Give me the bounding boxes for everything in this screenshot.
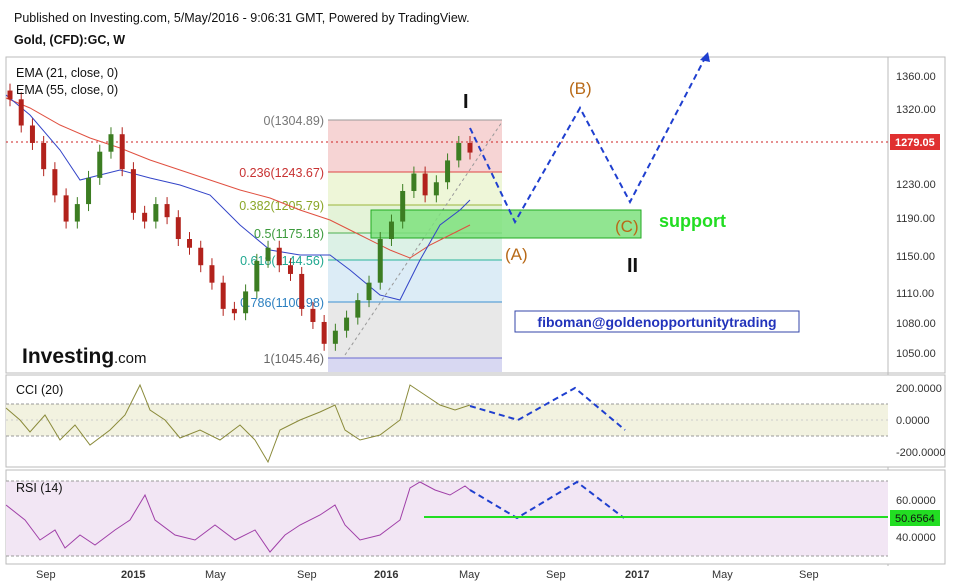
candle-body	[52, 169, 58, 196]
candle-body	[332, 330, 338, 344]
candle-body	[445, 160, 451, 183]
candle-body	[97, 151, 103, 178]
wave-label-a: (A)	[505, 245, 528, 264]
candle-body	[7, 90, 13, 100]
fib-zone-618-786	[328, 260, 502, 302]
candle-body	[377, 239, 383, 283]
support-label: support	[659, 211, 726, 231]
time-tick: May	[712, 569, 733, 581]
candle-body	[63, 195, 69, 222]
support-zone	[370, 209, 642, 239]
time-tick: May	[205, 569, 226, 581]
last-price-text: 1279.05	[895, 137, 935, 149]
rsi-tick: 60.0000	[896, 495, 936, 507]
price-tick: 1080.00	[896, 318, 936, 330]
candle-body	[41, 142, 47, 170]
fib-label-618: 0.618(1144.56)	[240, 254, 324, 268]
fib-label-786: 0.786(1100.98)	[240, 296, 324, 310]
candle-body	[467, 142, 473, 153]
time-tick: Sep	[799, 569, 819, 581]
candle-body	[254, 260, 260, 292]
candle-body	[164, 204, 170, 218]
candle-body	[74, 204, 80, 222]
candle-body	[344, 317, 350, 331]
price-tick: 1050.00	[896, 348, 936, 360]
time-tick: Sep	[546, 569, 566, 581]
fib-label-1: 1(1045.46)	[264, 352, 324, 366]
candle-body	[198, 247, 204, 266]
candle-body	[265, 247, 271, 261]
fib-label-382: 0.382(1205.79)	[239, 199, 324, 213]
candle-body	[130, 169, 136, 213]
price-tick: 1230.00	[896, 179, 936, 191]
price-tick: 1360.00	[896, 71, 936, 83]
fib-label-0: 0(1304.89)	[264, 114, 324, 128]
candle-body	[366, 282, 372, 301]
fib-label-236: 0.236(1243.67)	[239, 166, 324, 180]
candle-body	[355, 300, 361, 318]
rsi-band	[6, 481, 888, 556]
price-tick: 1110.00	[896, 288, 934, 300]
price-tick: 1320.00	[896, 104, 936, 116]
candle-body	[321, 321, 327, 344]
time-tick: 2017	[625, 569, 649, 581]
candle-body	[287, 265, 293, 274]
rsi-last-value: 50.6564	[895, 513, 935, 525]
candle-body	[209, 265, 215, 283]
candle-body	[400, 190, 406, 222]
candle-body	[175, 217, 181, 240]
logo-wordmark: Investing	[22, 345, 114, 368]
candle-body	[142, 212, 148, 222]
fib-zone-0-236	[328, 120, 502, 172]
candle-body	[108, 134, 114, 152]
time-axis: Sep 2015 May Sep 2016 May Sep 2017 May S…	[36, 569, 819, 581]
ema21-label: EMA (21, close, 0)	[16, 66, 118, 80]
candle-body	[220, 282, 226, 309]
candle-body	[456, 142, 462, 161]
wave-label-ii: II	[627, 255, 638, 277]
rsi-tick: 40.0000	[896, 532, 936, 544]
rsi-label: RSI (14)	[16, 481, 63, 495]
candle-body	[119, 134, 125, 170]
candle-body	[187, 239, 193, 248]
wave-label-b: (B)	[569, 79, 592, 98]
wave-label-i: I	[463, 91, 469, 113]
candle-body	[231, 308, 237, 314]
price-tick: 1190.00	[896, 213, 935, 225]
candle-body	[299, 273, 305, 309]
candle-body	[243, 291, 249, 314]
time-tick: May	[459, 569, 480, 581]
candle-body	[411, 173, 417, 191]
candle-body	[18, 99, 24, 126]
cci-label: CCI (20)	[16, 383, 63, 397]
candle-body	[433, 182, 439, 196]
email-text: fiboman@goldenopportunitytrading	[537, 314, 776, 330]
time-tick: 2015	[121, 569, 145, 581]
wave-label-c: (C)	[615, 217, 639, 236]
candle-body	[388, 221, 394, 240]
fib-zone-786-1	[328, 302, 502, 358]
price-tick: 1150.00	[896, 251, 935, 263]
time-tick: 2016	[374, 569, 398, 581]
time-tick: Sep	[36, 569, 56, 581]
chart-canvas[interactable]: 0(1304.89) 0.236(1243.67) 0.382(1205.79)…	[0, 0, 955, 586]
cci-tick: 200.0000	[896, 383, 942, 395]
candle-body	[310, 308, 316, 322]
candle-body	[422, 173, 428, 196]
fib-label-5: 0.5(1175.18)	[254, 227, 324, 241]
logo-suffix: .com	[114, 350, 147, 367]
time-tick: Sep	[297, 569, 317, 581]
cci-tick: 0.0000	[896, 415, 930, 427]
candle-body	[276, 247, 282, 266]
candle-body	[153, 204, 159, 222]
cci-tick: -200.0000	[896, 447, 946, 459]
candle-body	[29, 125, 35, 143]
fib-zone-below-1	[328, 358, 502, 372]
candle-body	[86, 177, 92, 205]
ema55-label: EMA (55, close, 0)	[16, 83, 118, 97]
